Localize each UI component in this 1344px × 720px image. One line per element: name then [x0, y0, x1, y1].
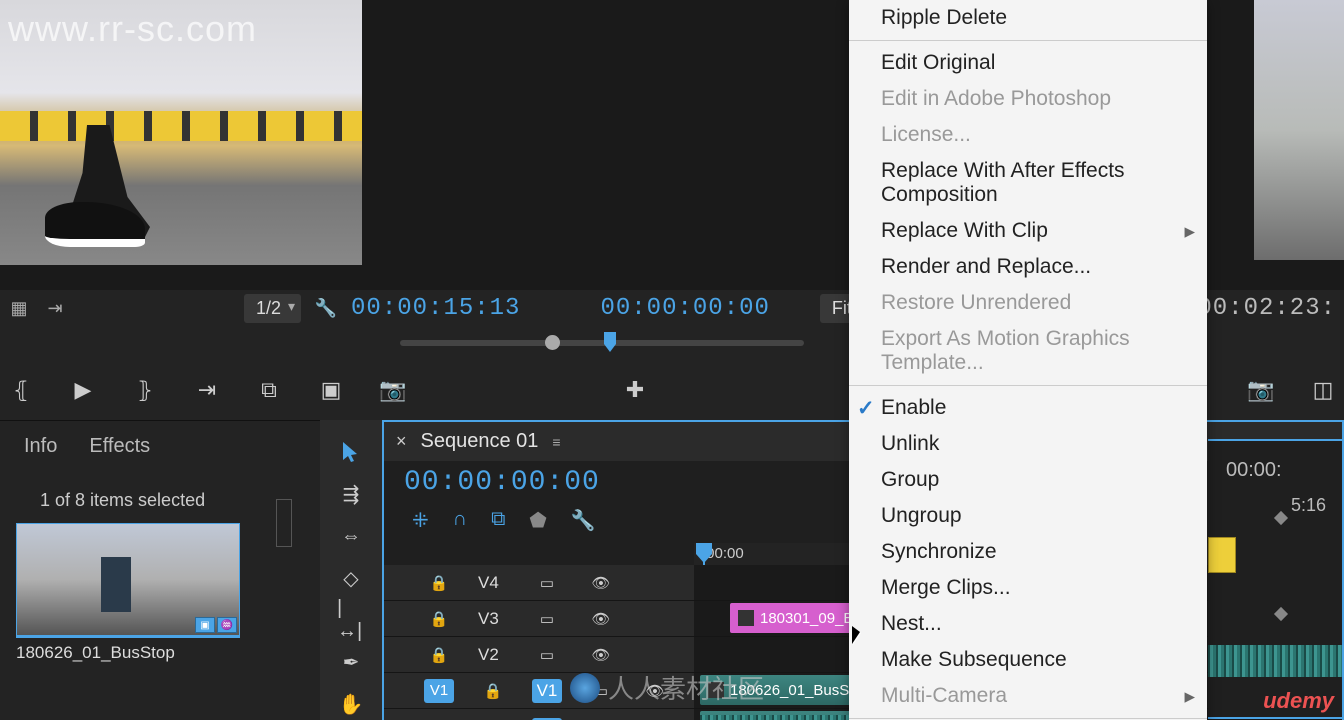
timeline-right-tc: 00:00: — [1208, 441, 1342, 501]
menu-item-edit-original[interactable]: Edit Original — [849, 45, 1207, 81]
razor-tool-icon[interactable]: ◇ — [337, 566, 365, 590]
overwrite-icon[interactable]: ▣ — [320, 379, 342, 401]
menu-item-ripple-delete[interactable]: Ripple Delete — [849, 0, 1207, 36]
magnet-icon[interactable]: ∩ — [453, 508, 467, 533]
timeline-timecode[interactable]: 00:00:00:00 — [400, 467, 600, 498]
eye-v4-icon[interactable]: 👁 — [586, 571, 616, 595]
eye-v2-icon[interactable]: 👁 — [586, 643, 616, 667]
track-label-v2[interactable]: V2 — [478, 645, 508, 665]
mark-in-icon[interactable]: ⦃ — [10, 379, 32, 401]
menu-item-make-subsequence[interactable]: Make Subsequence — [849, 642, 1207, 678]
ripple-edit-tool-icon[interactable]: ⇔ — [337, 524, 365, 548]
src-v1-button[interactable]: V1 — [424, 679, 454, 703]
menu-item-render-and-replace[interactable]: Render and Replace... — [849, 249, 1207, 285]
keyframe-1-icon[interactable] — [1274, 511, 1288, 525]
watermark-center: 人人素材社区 — [570, 669, 764, 706]
menu-item-multi-camera: Multi-Camera▸ — [849, 678, 1207, 714]
compare-icon[interactable]: ◫ — [1312, 379, 1334, 401]
menu-item-merge-clips[interactable]: Merge Clips... — [849, 570, 1207, 606]
menu-item-ungroup[interactable]: Ungroup — [849, 498, 1207, 534]
keyframe-2-icon[interactable] — [1274, 607, 1288, 621]
lock-v1-icon[interactable]: 🔒 — [478, 679, 508, 703]
menu-separator — [849, 385, 1207, 386]
menu-item-nest[interactable]: Nest... — [849, 606, 1207, 642]
mark-out-icon[interactable]: ⦄ — [134, 379, 156, 401]
audio-badge-icon: ♒ — [217, 617, 237, 633]
track-label-v4[interactable]: V4 — [478, 573, 508, 593]
mouse-cursor-icon — [852, 626, 870, 650]
timeline-right-segment: 00:00: 5:16 — [1208, 439, 1344, 719]
source-scrubber[interactable] — [400, 340, 804, 346]
selection-status: 1 of 8 items selected — [0, 472, 320, 523]
menu-item-replace-with-clip[interactable]: Replace With Clip▸ — [849, 213, 1207, 249]
program-timecode[interactable]: 00:00:00:00 — [600, 295, 769, 322]
menu-separator — [849, 40, 1207, 41]
media-clip-name[interactable]: 180626_01_BusStop — [0, 638, 320, 668]
sequence-name: Sequence 01 — [421, 430, 539, 453]
menu-item-export-as-motion-graphics-template: Export As Motion Graphics Template... — [849, 321, 1207, 381]
program-out-timecode[interactable]: 00:02:23: — [1197, 295, 1336, 322]
settings-tl-icon[interactable]: 🔧 — [571, 508, 596, 533]
lock-v2-icon[interactable]: 🔒 — [424, 643, 454, 667]
tc-right-val: 5:16 — [1291, 495, 1326, 516]
eye-v3-icon[interactable]: 👁 — [586, 607, 616, 631]
toggle-v3-icon[interactable]: ▭ — [532, 607, 562, 631]
camera-icon[interactable]: 📷 — [1250, 379, 1272, 401]
menu-item-synchronize[interactable]: Synchronize — [849, 534, 1207, 570]
track-label-v1[interactable]: V1 — [532, 679, 562, 703]
lock-v4-icon[interactable]: 🔒 — [424, 571, 454, 595]
project-panel: Info Effects 1 of 8 items selected ▣ ♒ 1… — [0, 420, 320, 720]
panel-options-button[interactable] — [276, 499, 292, 547]
fx-badge-icon — [738, 610, 754, 626]
export-frame-icon[interactable]: 📷 — [382, 379, 404, 401]
submenu-arrow-icon: ▸ — [1184, 684, 1195, 709]
drag-icon[interactable]: ⇥ — [44, 297, 66, 319]
add-button-icon[interactable]: ✚ — [624, 379, 646, 401]
menu-separator — [849, 718, 1207, 719]
menu-item-license: License... — [849, 117, 1207, 153]
submenu-arrow-icon: ▸ — [1184, 219, 1195, 244]
clip-magenta-label: 180301_09_B — [760, 610, 853, 627]
lock-v3-icon[interactable]: 🔒 — [424, 607, 454, 631]
hand-tool-icon[interactable]: ✋ — [337, 692, 365, 716]
film-icon[interactable]: ▦ — [8, 297, 30, 319]
slip-tool-icon[interactable]: |↔| — [337, 608, 365, 632]
menu-item-group[interactable]: Group — [849, 462, 1207, 498]
tool-palette: ⇶ ⇔ ◇ |↔| ✒ ✋ — [320, 420, 382, 720]
watermark-logo-icon — [570, 673, 600, 703]
media-thumbnail[interactable]: ▣ ♒ — [16, 523, 240, 638]
track-label-v3[interactable]: V3 — [478, 609, 508, 629]
linked-selection-icon[interactable]: ⧉ — [491, 508, 505, 533]
watermark-udemy: udemy — [1263, 688, 1334, 714]
clip-yellow[interactable] — [1208, 537, 1236, 573]
toggle-v2-icon[interactable]: ▭ — [532, 643, 562, 667]
tab-menu-icon[interactable]: ≡ — [552, 434, 560, 450]
audio-right[interactable] — [1208, 641, 1342, 681]
close-tab-icon[interactable]: × — [396, 431, 407, 452]
tab-effects[interactable]: Effects — [89, 435, 150, 458]
marker-tl-icon[interactable]: ⬟ — [529, 508, 546, 533]
snap-icon[interactable]: ⁜ — [412, 508, 429, 533]
watermark-url: www.rr-sc.com — [8, 8, 257, 50]
source-zoom-select[interactable]: 1/2 — [244, 294, 301, 323]
toggle-v4-icon[interactable]: ▭ — [532, 571, 562, 595]
menu-item-unlink[interactable]: Unlink — [849, 426, 1207, 462]
menu-item-replace-with-after-effects-composition[interactable]: Replace With After Effects Composition — [849, 153, 1207, 213]
wrench-icon[interactable]: 🔧 — [315, 297, 337, 319]
tab-info[interactable]: Info — [24, 435, 57, 458]
step-forward-icon[interactable]: ⇥ — [196, 379, 218, 401]
selection-tool-icon[interactable] — [337, 440, 365, 464]
play-icon[interactable]: ▶ — [72, 379, 94, 401]
program-preview[interactable] — [1254, 0, 1344, 260]
context-menu: Ripple Delete Edit OriginalEdit in Adobe … — [849, 0, 1207, 720]
pen-tool-icon[interactable]: ✒ — [337, 650, 365, 674]
track-select-tool-icon[interactable]: ⇶ — [337, 482, 365, 506]
menu-item-enable[interactable]: Enable — [849, 390, 1207, 426]
menu-item-restore-unrendered: Restore Unrendered — [849, 285, 1207, 321]
insert-icon[interactable]: ⧉ — [258, 379, 280, 401]
video-badge-icon: ▣ — [195, 617, 215, 633]
menu-item-edit-in-adobe-photoshop: Edit in Adobe Photoshop — [849, 81, 1207, 117]
source-timecode[interactable]: 00:00:15:13 — [351, 295, 520, 322]
